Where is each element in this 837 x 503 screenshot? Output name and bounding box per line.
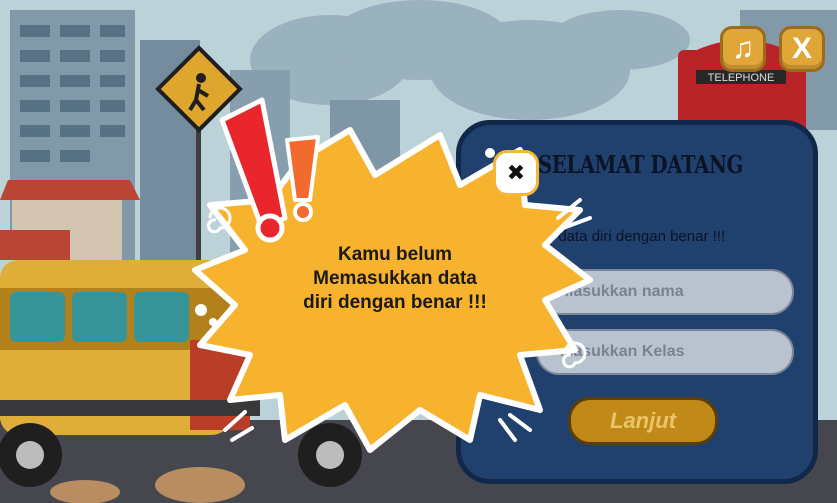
alert-line-3: diri dengan benar !!!	[303, 292, 487, 313]
alert-close-button[interactable]: ✖	[493, 150, 539, 196]
alert-line-2: Memasukkan data	[313, 268, 477, 289]
alert-line-1: Kamu belum	[337, 244, 453, 265]
close-x-icon: ✖	[506, 160, 526, 185]
alert-message: Kamu belum Memasukkan data diri dengan b…	[270, 243, 520, 315]
